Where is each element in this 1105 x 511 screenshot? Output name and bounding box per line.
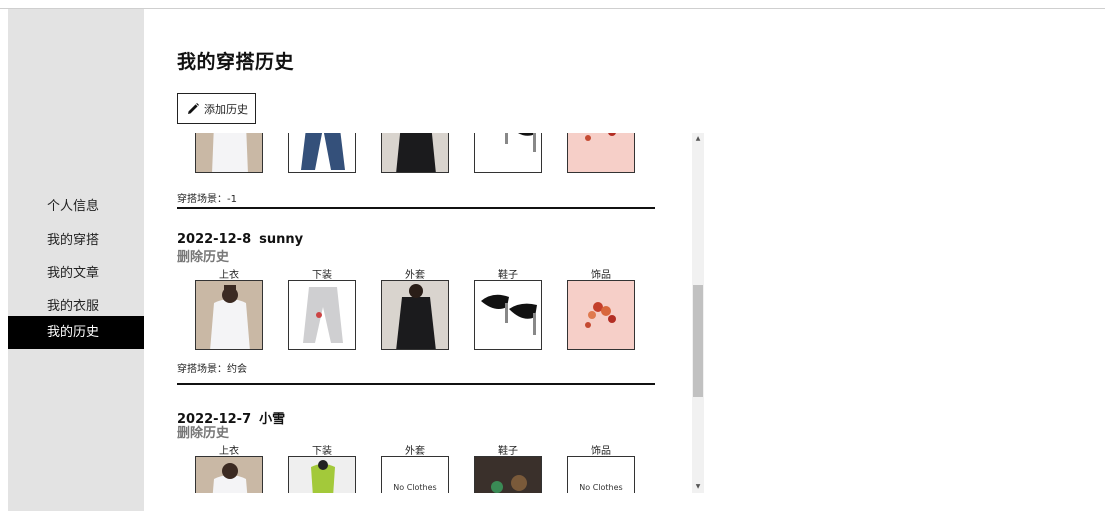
category-label: 上衣 xyxy=(219,270,239,281)
scene-text: 穿搭场景：约会 xyxy=(177,364,247,375)
no-clothes-text: No Clothes xyxy=(579,483,623,492)
category-label: 鞋子 xyxy=(498,270,518,281)
outfit-shoes-image[interactable] xyxy=(474,133,542,173)
outfit-bottom-image[interactable] xyxy=(288,280,356,350)
outfit-accessory-image[interactable] xyxy=(567,280,635,350)
scroll-down-arrow-icon[interactable]: ▼ xyxy=(692,481,704,493)
outfit-shoes-image[interactable] xyxy=(474,280,542,350)
outfit-shoes-image[interactable] xyxy=(474,456,542,493)
history-entry: 2022-12-7 小雪 删除历史 上衣 下装 外套 鞋子 饰品 No Cloth… xyxy=(177,408,655,493)
entry-date: 2022-12-8 xyxy=(177,232,252,247)
outfit-images xyxy=(177,280,655,350)
scroll-up-arrow-icon[interactable]: ▲ xyxy=(692,133,704,145)
entry-user: sunny xyxy=(259,232,304,247)
outfit-coat-image[interactable] xyxy=(381,280,449,350)
delete-history-link[interactable]: 删除历史 xyxy=(177,250,655,266)
page-title: 我的穿搭历史 xyxy=(177,51,295,73)
outfit-coat-image[interactable] xyxy=(381,133,449,173)
sidebar-item-profile[interactable]: 个人信息 xyxy=(8,190,144,223)
outfit-accessory-image[interactable]: No Clothes xyxy=(567,456,635,493)
history-list[interactable]: 穿搭场景：-1 2022-12-8 sunny 删除历史 上衣 下装 外套 鞋子 … xyxy=(170,133,704,493)
category-label: 上衣 xyxy=(219,446,239,457)
category-label: 外套 xyxy=(405,446,425,457)
history-scrollbar[interactable]: ▲ ▼ xyxy=(692,133,704,493)
scene-text: 穿搭场景：-1 xyxy=(177,194,237,205)
outfit-accessory-image[interactable] xyxy=(567,133,635,173)
sidebar-item-outfits[interactable]: 我的穿搭 xyxy=(8,224,144,257)
delete-history-link[interactable]: 删除历史 xyxy=(177,426,655,442)
category-label: 下装 xyxy=(312,270,332,281)
outfit-top-image[interactable] xyxy=(195,456,263,493)
category-label: 鞋子 xyxy=(498,446,518,457)
category-labels: 上衣 下装 外套 鞋子 饰品 xyxy=(177,266,655,281)
pencil-icon xyxy=(188,102,199,114)
outfit-coat-image[interactable]: No Clothes xyxy=(381,456,449,493)
add-history-button[interactable]: 添加历史 xyxy=(177,93,256,124)
category-label: 外套 xyxy=(405,270,425,281)
sidebar: 个人信息 我的穿搭 我的文章 我的衣服 我的历史 xyxy=(8,9,144,511)
entry-header: 2022-12-8 sunny xyxy=(177,232,655,250)
history-entry: 穿搭场景：-1 xyxy=(177,133,655,209)
outfit-images: No Clothes No Clothes xyxy=(177,456,655,493)
top-border xyxy=(0,8,1105,9)
scrollbar-thumb[interactable] xyxy=(693,285,703,397)
entry-header: 2022-12-7 小雪 xyxy=(177,408,655,427)
outfit-top-image[interactable] xyxy=(195,280,263,350)
history-entry: 2022-12-8 sunny 删除历史 上衣 下装 外套 鞋子 饰品 穿搭场景… xyxy=(177,232,655,385)
category-label: 饰品 xyxy=(591,446,611,457)
category-label: 下装 xyxy=(312,446,332,457)
entry-user: 小雪 xyxy=(259,412,286,427)
sidebar-item-articles[interactable]: 我的文章 xyxy=(8,257,144,290)
no-clothes-text: No Clothes xyxy=(393,483,437,492)
outfit-bottom-image[interactable] xyxy=(288,133,356,173)
sidebar-item-history[interactable]: 我的历史 xyxy=(8,316,144,349)
entry-divider xyxy=(177,207,655,209)
outfit-bottom-image[interactable] xyxy=(288,456,356,493)
category-labels: 上衣 下装 外套 鞋子 饰品 xyxy=(177,442,655,457)
outfit-top-image[interactable] xyxy=(195,133,263,173)
category-label: 饰品 xyxy=(591,270,611,281)
add-history-label: 添加历史 xyxy=(204,102,248,116)
entry-date: 2022-12-7 xyxy=(177,412,252,427)
entry-divider xyxy=(177,383,655,385)
